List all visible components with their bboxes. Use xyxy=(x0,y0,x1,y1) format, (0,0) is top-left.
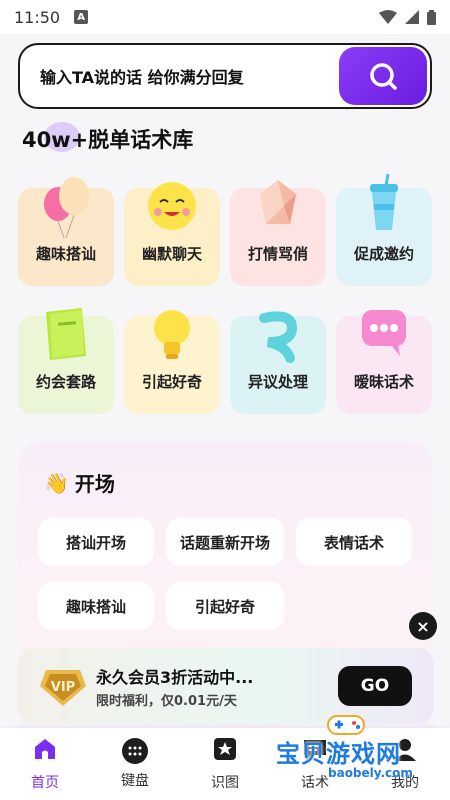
status-icons xyxy=(379,9,436,25)
swirl-icon xyxy=(259,311,298,363)
status-bar: 11:50 A xyxy=(0,0,450,34)
status-time: 11:50 xyxy=(14,7,61,27)
category-label: 趣味搭讪 xyxy=(35,245,96,263)
category-label: 幽默聊天 xyxy=(141,245,202,263)
crystal-icon xyxy=(260,180,296,224)
tab-label: 识图 xyxy=(211,775,239,791)
notification-a-icon: A xyxy=(74,10,89,24)
opening-chip[interactable]: 表情话术 xyxy=(296,518,412,566)
promo-subtitle: 限时福利，仅0.01元/天 xyxy=(96,694,237,709)
battery-icon xyxy=(427,9,436,25)
category-card[interactable]: 幽默聊天 xyxy=(124,182,220,286)
vip-badge-text: VIP xyxy=(51,680,75,695)
signal-icon xyxy=(405,10,419,24)
close-promo-button[interactable]: × xyxy=(409,612,437,640)
category-label: 打情骂俏 xyxy=(247,245,308,263)
balloons-icon xyxy=(44,177,89,239)
tab-image[interactable]: 识图 xyxy=(180,728,270,800)
category-label: 异议处理 xyxy=(247,373,308,391)
opening-chip[interactable]: 趣味搭讪 xyxy=(38,582,154,630)
opening-section: 👋 开场 搭讪开场 话题重新开场 表情话术 趣味搭讪 引起好奇 xyxy=(18,442,432,672)
search-icon xyxy=(370,63,397,90)
site-watermark: 宝贝游戏网 baobely.com xyxy=(272,712,442,784)
opening-chip[interactable]: 引起好奇 xyxy=(166,582,284,630)
cup-icon xyxy=(370,173,398,230)
tab-label: 键盘 xyxy=(121,773,149,789)
image-star-icon xyxy=(212,736,238,766)
chat-bubble-icon xyxy=(362,310,406,356)
vip-badge-icon: VIP xyxy=(40,670,86,706)
tab-label: 首页 xyxy=(31,775,59,791)
category-card[interactable]: 打情骂俏 xyxy=(230,180,326,286)
category-label: 引起好奇 xyxy=(141,373,202,391)
category-card[interactable]: 引起好奇 xyxy=(124,310,220,414)
category-label: 促成邀约 xyxy=(353,245,414,263)
wifi-icon xyxy=(379,10,397,24)
search-prompt[interactable]: 输入TA说的话 给你满分回复 xyxy=(40,64,339,88)
tab-home[interactable]: 首页 xyxy=(0,728,90,800)
category-card[interactable]: 异议处理 xyxy=(230,311,326,414)
category-card[interactable]: 促成邀约 xyxy=(336,173,432,286)
lightbulb-icon xyxy=(154,310,190,359)
library-title: 40w+脱单话术库 xyxy=(22,128,194,152)
opening-chip[interactable]: 搭讪开场 xyxy=(38,518,154,566)
opening-title: 👋 开场 xyxy=(44,468,115,497)
keyboard-icon xyxy=(122,738,148,764)
book-icon xyxy=(46,308,86,360)
category-grid: 趣味搭讪 幽默聊天 打情骂俏 促成邀约 约会套路 引起好奇 异议处理 暧昧话术 xyxy=(18,173,434,414)
waving-hand-icon: 👋 xyxy=(44,470,69,495)
laughing-face-icon xyxy=(148,182,196,230)
watermark-text: 宝贝游戏网 xyxy=(276,740,401,768)
category-label: 约会套路 xyxy=(35,373,96,391)
watermark-url: baobely.com xyxy=(328,766,413,780)
reply-search-bar[interactable]: 输入TA说的话 给你满分回复 xyxy=(18,43,432,109)
home-icon xyxy=(32,736,58,766)
search-button[interactable] xyxy=(339,47,427,105)
opening-title-text: 开场 xyxy=(74,472,115,496)
category-card[interactable]: 约会套路 xyxy=(18,308,114,414)
promo-title: 永久会员3折活动中... xyxy=(96,668,254,687)
category-card[interactable]: 趣味搭讪 xyxy=(18,177,114,286)
go-button[interactable]: GO xyxy=(338,666,412,706)
category-card[interactable]: 暧昧话术 xyxy=(336,310,432,414)
tab-keyboard[interactable]: 键盘 xyxy=(90,728,180,800)
category-label: 暧昧话术 xyxy=(353,373,414,391)
opening-chip[interactable]: 话题重新开场 xyxy=(166,518,284,566)
